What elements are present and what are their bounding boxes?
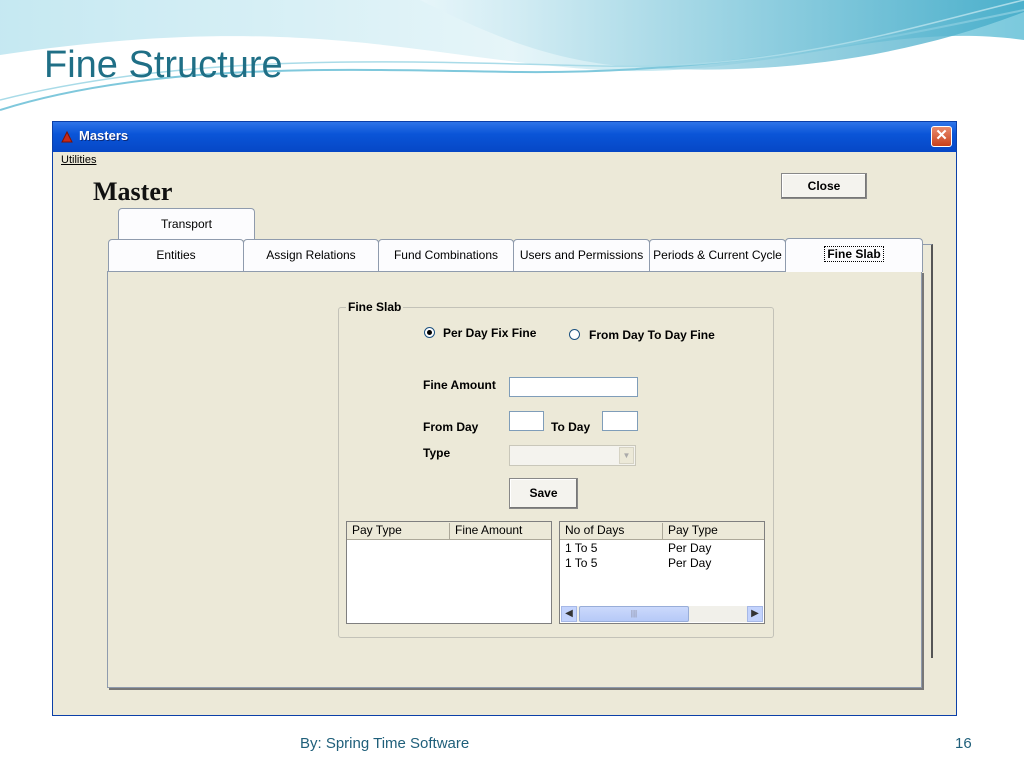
type-label: Type: [423, 446, 451, 460]
tab-label: Entities: [156, 248, 196, 262]
footer-text: By: Spring Time Software: [300, 735, 470, 752]
panel-edge: [923, 244, 933, 658]
master-heading: Master: [93, 177, 173, 206]
table-row[interactable]: 1 To 5 Per Day: [560, 541, 764, 556]
type-select[interactable]: ▼: [509, 445, 636, 466]
slide-title: Fine Structure: [44, 44, 283, 86]
chevron-down-icon[interactable]: ▼: [619, 447, 634, 464]
column-header-fine-amount[interactable]: Fine Amount: [450, 523, 551, 539]
tab-entities[interactable]: Entities: [108, 239, 244, 271]
window-titlebar[interactable]: Masters ✕: [53, 122, 956, 152]
tab-label: Users and Permissions: [519, 248, 644, 262]
fine-amount-input[interactable]: [509, 377, 638, 397]
page-number: 16: [955, 735, 972, 752]
from-day-to-day-fine-radio[interactable]: [569, 329, 580, 340]
column-header-pay-type[interactable]: Pay Type: [347, 523, 450, 539]
fine-slab-group-title: Fine Slab: [346, 300, 404, 314]
scroll-right-icon[interactable]: ▶: [747, 606, 763, 622]
close-button[interactable]: Close: [781, 173, 867, 199]
tab-assign-relations[interactable]: Assign Relations: [243, 239, 379, 271]
save-button[interactable]: Save: [509, 478, 578, 509]
days-pay-type-list[interactable]: No of Days Pay Type 1 To 5 Per Day 1 To …: [559, 521, 765, 624]
from-day-to-day-fine-label[interactable]: From Day To Day Fine: [589, 328, 715, 342]
cell-no-of-days: 1 To 5: [565, 556, 598, 570]
cell-no-of-days: 1 To 5: [565, 541, 598, 555]
horizontal-scrollbar[interactable]: ◀ ||| ▶: [561, 606, 763, 622]
cell-pay-type: Per Day: [668, 541, 712, 555]
from-day-input[interactable]: [509, 411, 544, 431]
from-day-label: From Day: [423, 420, 479, 434]
list-header: Pay Type Fine Amount: [347, 522, 551, 540]
menubar: Utilities: [53, 152, 956, 170]
tab-periods-current-cycle[interactable]: Periods & Current Cycle: [649, 239, 786, 271]
tab-label: Assign Relations: [266, 248, 356, 262]
per-day-fix-fine-radio[interactable]: [424, 327, 435, 338]
to-day-label: To Day: [551, 420, 591, 434]
list-header: No of Days Pay Type: [560, 522, 764, 540]
tab-transport[interactable]: Transport: [118, 208, 255, 240]
menu-utilities[interactable]: Utilities: [61, 154, 96, 166]
fine-amount-label: Fine Amount: [423, 378, 496, 392]
tab-label: Transport: [161, 217, 212, 231]
masters-window: Masters ✕ Utilities Master Close Transpo…: [52, 121, 957, 716]
close-x-icon[interactable]: ✕: [931, 126, 952, 147]
tab-fund-combinations[interactable]: Fund Combinations: [378, 239, 514, 271]
app-icon: [61, 130, 73, 143]
cell-pay-type: Per Day: [668, 556, 712, 570]
scroll-left-icon[interactable]: ◀: [561, 606, 577, 622]
scroll-thumb[interactable]: |||: [579, 606, 689, 622]
table-row[interactable]: 1 To 5 Per Day: [560, 556, 764, 571]
tab-label: Fund Combinations: [393, 248, 499, 262]
tab-label: Fine Slab: [824, 246, 884, 262]
per-day-fix-fine-label[interactable]: Per Day Fix Fine: [443, 326, 536, 340]
pay-type-fine-list[interactable]: Pay Type Fine Amount: [346, 521, 552, 624]
to-day-input[interactable]: [602, 411, 638, 431]
column-header-no-of-days[interactable]: No of Days: [560, 523, 663, 539]
column-header-pay-type[interactable]: Pay Type: [663, 523, 764, 539]
tab-label: Periods & Current Cycle: [653, 248, 782, 262]
tab-users-and-permissions[interactable]: Users and Permissions: [513, 239, 650, 271]
window-title: Masters: [79, 128, 129, 143]
tab-fine-slab[interactable]: Fine Slab: [785, 238, 923, 272]
